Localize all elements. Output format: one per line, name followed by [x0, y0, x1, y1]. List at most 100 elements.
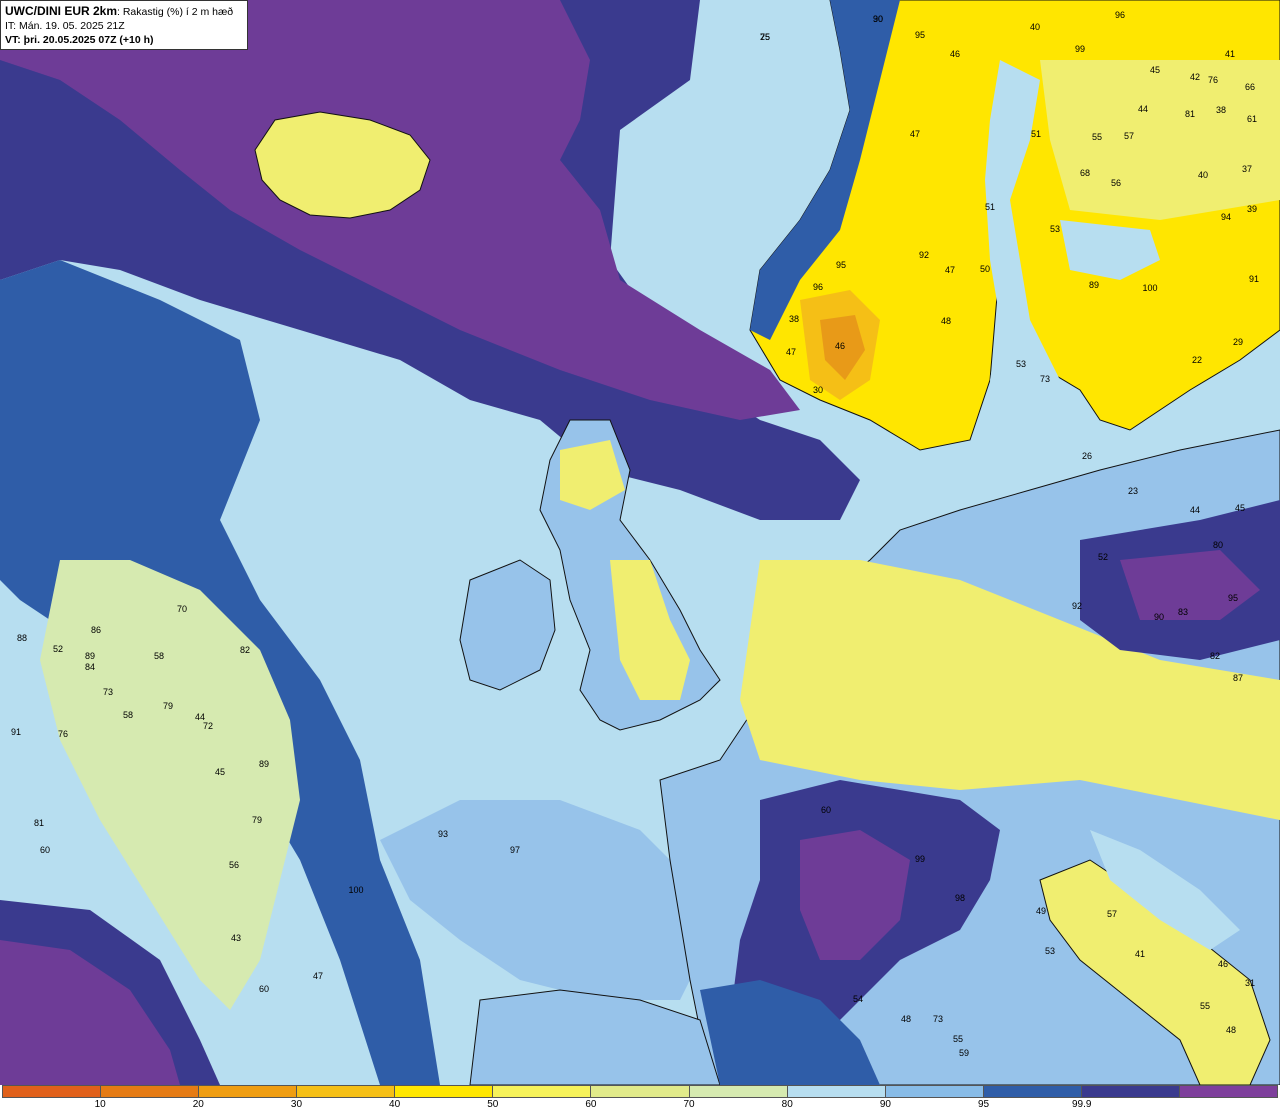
station-value-label: 84 — [85, 662, 95, 672]
station-value-label: 51 — [1031, 129, 1041, 139]
station-value-label: 90 — [1154, 612, 1164, 622]
init-time: IT: Mán. 19. 05. 2025 21Z — [5, 20, 125, 32]
station-value-label: 73 — [1040, 374, 1050, 384]
legend-swatch — [1179, 1086, 1278, 1097]
station-value-label: 96 — [1115, 10, 1125, 20]
station-value-label: 94 — [1221, 212, 1231, 222]
station-value-label: 52 — [1098, 552, 1108, 562]
station-value-label: 91 — [1249, 274, 1259, 284]
legend-tick-label: 40 — [389, 1099, 401, 1110]
station-value-label: 57 — [1107, 909, 1117, 919]
station-value-label: 89 — [259, 759, 269, 769]
station-value-label: 39 — [1247, 204, 1257, 214]
legend-swatch — [493, 1086, 592, 1097]
station-value-label: 70 — [177, 604, 187, 614]
station-value-label: 91 — [11, 727, 21, 737]
station-value-label: 55 — [1200, 1001, 1210, 1011]
legend-swatch — [297, 1086, 396, 1097]
station-value-label: 82 — [240, 645, 250, 655]
station-value-label: 95 — [915, 30, 925, 40]
station-value-label: 88 — [17, 633, 27, 643]
station-value-label: 82 — [1210, 651, 1220, 661]
station-value-label: 44 — [1138, 104, 1148, 114]
legend-swatch — [395, 1086, 494, 1097]
station-value-label: 47 — [786, 347, 796, 357]
station-value-label: 30 — [813, 385, 823, 395]
station-value-label: 79 — [252, 815, 262, 825]
station-value-label: 100 — [1142, 283, 1157, 293]
legend-tick-label: 30 — [290, 1099, 303, 1110]
station-value-label: 49 — [1036, 906, 1046, 916]
station-value-label: 96 — [813, 282, 823, 292]
legend-swatch — [1081, 1086, 1180, 1097]
station-value-label: 86 — [91, 625, 101, 635]
station-value-label: 81 — [34, 818, 44, 828]
legend-tick-label: 99.9 — [1071, 1099, 1092, 1110]
color-legend: 10 20 30 40 50 60 70 80 90 95 99.9 — [0, 1085, 1280, 1115]
station-value-label: 81 — [1185, 109, 1195, 119]
legend-swatch — [3, 1086, 102, 1097]
legend-color-bar — [2, 1085, 1278, 1098]
station-value-label: 72 — [203, 721, 213, 731]
valid-time: VT: þri. 20.05.2025 07Z (+10 h) — [5, 34, 154, 46]
legend-tick-label: 20 — [192, 1099, 204, 1110]
station-value-label: 92 — [919, 250, 929, 260]
station-value-label: 92 — [1072, 601, 1082, 611]
station-value-label: 100 — [348, 885, 363, 895]
station-value-label: 99 — [1075, 44, 1085, 54]
station-value-label: 26 — [1082, 451, 1092, 461]
station-value-label: 46 — [835, 341, 845, 351]
station-value-label: 60 — [40, 845, 50, 855]
parameter-name: : Rakastig (%) í 2 m hæð — [117, 6, 234, 18]
station-value-label: 58 — [123, 710, 133, 720]
map-title-box: UWC/DINI EUR 2km: Rakastig (%) í 2 m hæð… — [0, 0, 248, 50]
legend-swatch — [885, 1086, 984, 1097]
station-value-label: 57 — [1124, 131, 1134, 141]
legend-tick-label: 60 — [585, 1099, 597, 1110]
station-value-label: 25 — [760, 32, 770, 42]
station-value-label: 95 — [1228, 593, 1238, 603]
station-value-label: 43 — [231, 933, 241, 943]
station-value-label: 38 — [789, 314, 799, 324]
station-value-label: 47 — [313, 971, 323, 981]
station-value-label: 98 — [955, 893, 965, 903]
station-value-label: 31 — [1245, 978, 1255, 988]
station-value-label: 58 — [154, 651, 164, 661]
station-value-label: 89 — [85, 651, 95, 661]
legend-swatch — [689, 1086, 788, 1097]
model-name: UWC/DINI EUR 2km — [5, 4, 118, 18]
station-value-label: 68 — [1080, 168, 1090, 178]
station-value-label: 54 — [853, 994, 863, 1004]
station-value-label: 99 — [915, 854, 925, 864]
humidity-map: 75904099969546 414245766644 81 386151 55 5747… — [0, 0, 1280, 1085]
station-value-label: 51 — [985, 202, 995, 212]
station-value-label: 53 — [1016, 359, 1026, 369]
legend-swatch — [983, 1086, 1082, 1097]
station-value-label: 45 — [215, 767, 225, 777]
station-value-label: 37 — [1242, 164, 1252, 174]
legend-tick-label: 10 — [94, 1099, 106, 1110]
station-value-label: 48 — [1226, 1025, 1236, 1035]
station-value-label: 80 — [1213, 540, 1223, 550]
station-value-label: 66 — [1245, 82, 1255, 92]
legend-swatch — [591, 1086, 690, 1097]
station-value-label: 41 — [1225, 49, 1235, 59]
station-value-label: 29 — [1233, 337, 1243, 347]
station-value-label: 45 — [1150, 65, 1160, 75]
legend-tick-label: 90 — [879, 1099, 891, 1110]
station-value-label: 55 — [953, 1034, 963, 1044]
station-value-label: 23 — [1128, 486, 1138, 496]
station-value-label: 95 — [836, 260, 846, 270]
station-value-label: 89 — [1089, 280, 1099, 290]
station-value-label: 60 — [821, 805, 831, 815]
station-value-label: 56 — [1111, 178, 1121, 188]
station-value-label: 56 — [229, 860, 239, 870]
station-value-label: 45 — [1235, 503, 1245, 513]
legend-tick-label: 80 — [781, 1099, 793, 1110]
legend-tick-labels: 10 20 30 40 50 60 70 80 90 95 99.9 — [0, 1099, 1280, 1113]
station-value-label: 50 — [980, 264, 990, 274]
legend-swatch — [199, 1086, 298, 1097]
station-value-label: 48 — [941, 316, 951, 326]
station-value-label: 53 — [1045, 946, 1055, 956]
station-value-label: 83 — [1178, 607, 1188, 617]
